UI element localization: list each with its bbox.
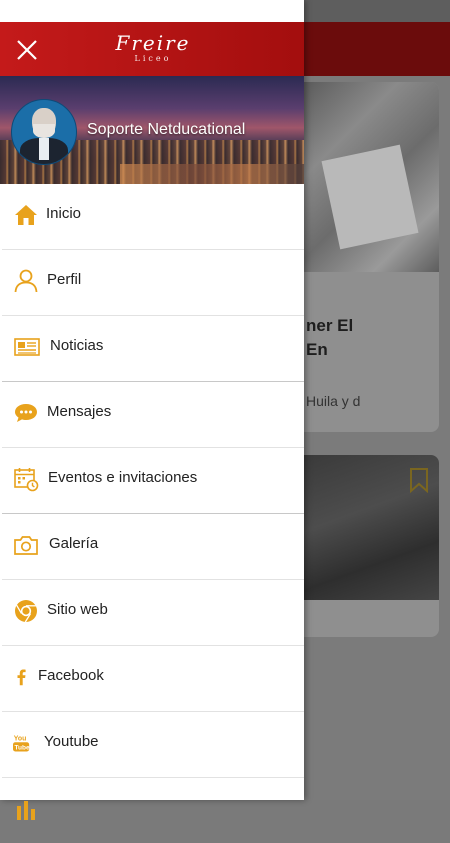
user-icon bbox=[14, 269, 38, 293]
news-card[interactable] bbox=[300, 455, 439, 637]
profile-name: Soporte Netducational bbox=[87, 121, 246, 138]
menu-item-eventos[interactable]: Eventos e invitaciones bbox=[2, 448, 304, 514]
menu-item-label: Galería bbox=[49, 535, 99, 552]
menu-item-noticias[interactable]: Noticias bbox=[2, 316, 304, 382]
home-icon bbox=[15, 205, 37, 225]
menu-item-galeria[interactable]: Galería bbox=[2, 514, 304, 580]
menu-item-sitio-web[interactable]: Sitio web bbox=[2, 580, 304, 646]
menu-item-mensajes[interactable]: Mensajes bbox=[2, 382, 304, 448]
profile-banner[interactable]: Soporte Netducational bbox=[0, 76, 304, 184]
drawer-menu: Inicio Perfil Noticias Mensajes Eventos … bbox=[0, 184, 304, 843]
news-card-title: ner El En bbox=[306, 316, 354, 359]
close-icon bbox=[17, 40, 37, 60]
menu-item-perfil[interactable]: Perfil bbox=[2, 250, 304, 316]
menu-item-label: Eventos e invitaciones bbox=[48, 469, 198, 486]
close-button[interactable] bbox=[12, 35, 42, 65]
menu-item-label: Mensajes bbox=[47, 403, 112, 420]
drawer-header: Freire Liceo bbox=[0, 22, 304, 76]
menu-item-youtube[interactable]: You Tube Youtube bbox=[2, 712, 304, 778]
svg-text:You: You bbox=[14, 736, 27, 743]
menu-item-label: Youtube bbox=[44, 733, 99, 750]
newspaper-icon bbox=[14, 338, 40, 356]
menu-item-label: Noticias bbox=[50, 337, 104, 354]
bookmark-icon[interactable] bbox=[408, 467, 430, 493]
youtube-icon: You Tube bbox=[13, 736, 30, 752]
calendar-icon bbox=[14, 468, 39, 492]
menu-item-label: Perfil bbox=[47, 271, 82, 288]
menu-item-label: Inicio bbox=[46, 205, 82, 222]
school-logo: Freire Liceo bbox=[115, 31, 191, 63]
menu-item-inicio[interactable]: Inicio bbox=[2, 184, 304, 250]
status-bar bbox=[0, 0, 304, 22]
camera-icon bbox=[14, 536, 38, 555]
menu-item-label: Sitio web bbox=[47, 601, 108, 618]
chat-bubble-icon bbox=[15, 404, 37, 422]
news-card[interactable]: ner El En Huila y d bbox=[300, 82, 439, 432]
navigation-drawer: Freire Liceo Soporte Netducational Inici… bbox=[0, 0, 304, 820]
menu-item-facebook[interactable]: Facebook bbox=[2, 646, 304, 712]
city-water-reflection bbox=[120, 164, 304, 184]
news-card-snippet: Huila y d bbox=[306, 393, 361, 409]
menu-item-partial[interactable] bbox=[2, 778, 304, 843]
facebook-icon bbox=[17, 669, 26, 686]
chrome-icon bbox=[15, 600, 37, 623]
avatar[interactable] bbox=[11, 99, 77, 165]
svg-text:Tube: Tube bbox=[15, 745, 30, 752]
menu-item-label: Facebook bbox=[38, 667, 104, 684]
